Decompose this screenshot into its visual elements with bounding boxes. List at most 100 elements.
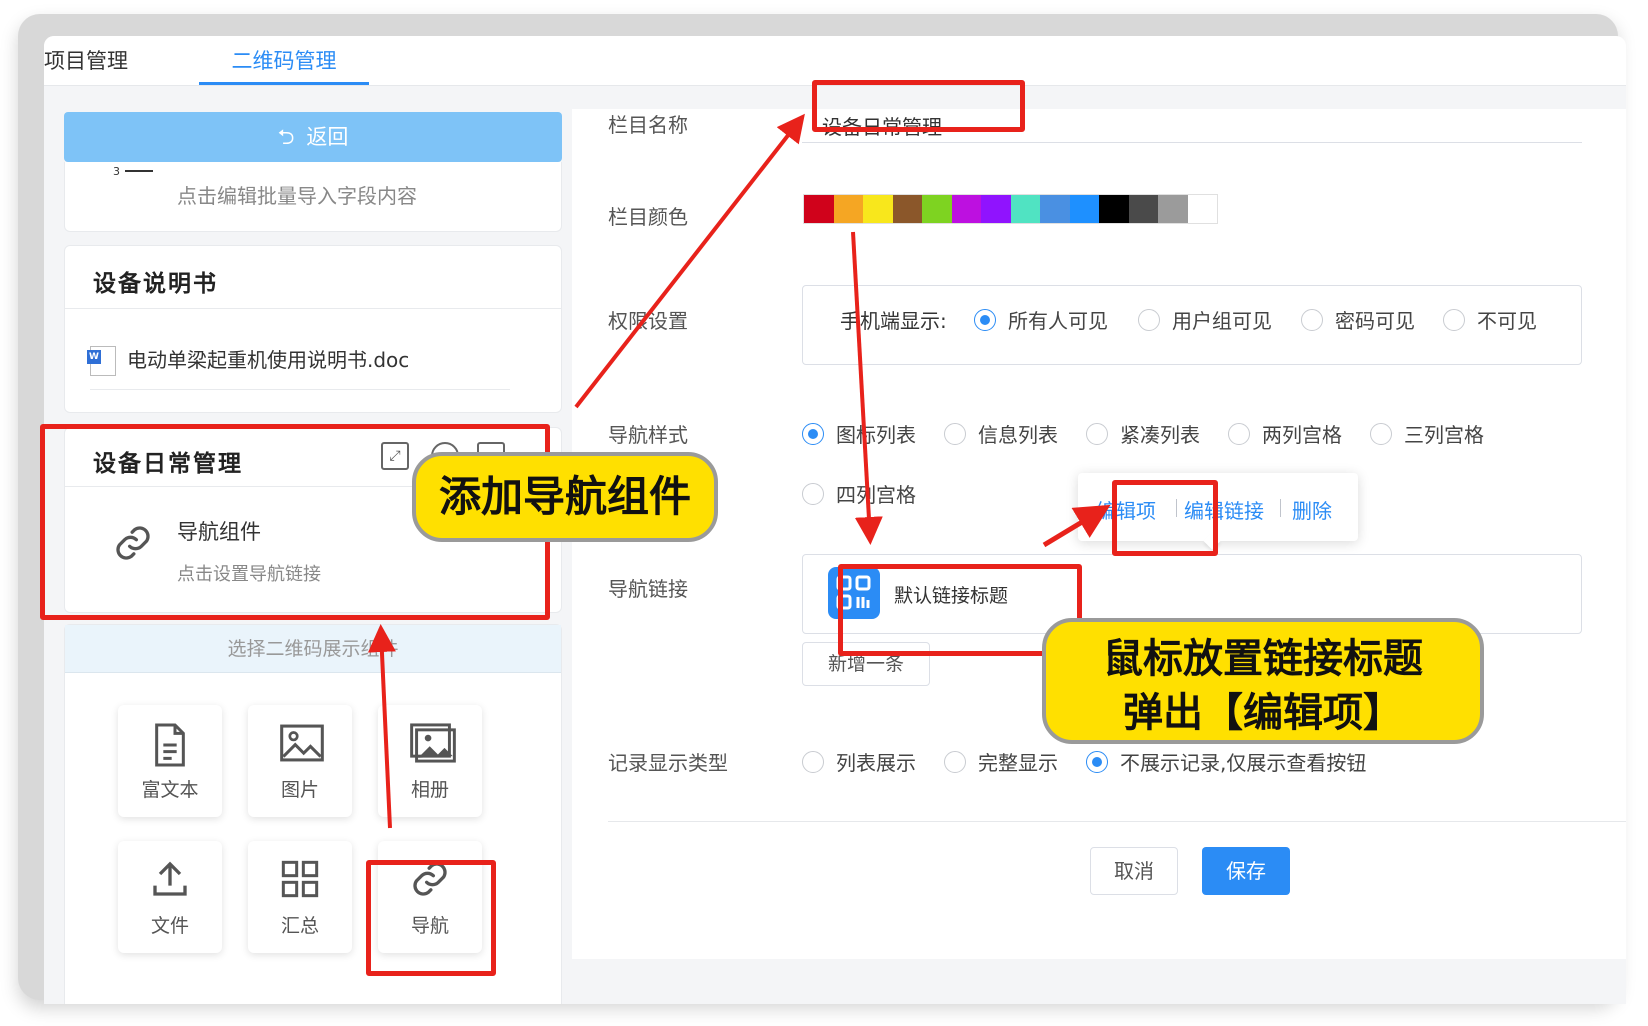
radio-perm-password[interactable]: 密码可见 <box>1301 305 1415 334</box>
radio-label: 密码可见 <box>1335 309 1415 333</box>
component-label: 富文本 <box>141 779 199 801</box>
manual-card-title: 设备说明书 <box>93 271 218 297</box>
batch-import-card[interactable]: 3 点击编辑批量导入字段内容 <box>64 162 562 232</box>
color-swatch[interactable] <box>951 195 981 223</box>
highlight-edit-item <box>1112 480 1218 556</box>
callout-add-nav: 添加导航组件 <box>412 452 718 542</box>
popover-divider <box>1280 499 1281 517</box>
color-swatch[interactable] <box>1158 195 1188 223</box>
component-album[interactable]: 相册 <box>378 705 482 817</box>
highlight-nav-component <box>366 860 496 976</box>
return-icon: ⮌ <box>277 125 295 149</box>
word-document-icon: W <box>87 346 116 376</box>
tab-project[interactable]: 项目管理 <box>44 36 136 86</box>
record-type-label: 记录显示类型 <box>608 751 728 775</box>
radio-label: 两列宫格 <box>1262 423 1342 447</box>
radio-label: 完整显示 <box>978 751 1058 775</box>
radio-perm-all[interactable]: 所有人可见 <box>974 305 1108 334</box>
radio-style-two-col[interactable]: 两列宫格 <box>1228 419 1342 448</box>
nav-link-label: 导航链接 <box>608 577 688 601</box>
radio-style-info-list[interactable]: 信息列表 <box>944 419 1058 448</box>
component-label: 文件 <box>150 915 189 937</box>
divider <box>90 389 510 390</box>
dash-mark <box>125 170 153 172</box>
manual-file-name[interactable]: 电动单梁起重机使用说明书.doc <box>127 344 409 373</box>
color-swatch[interactable] <box>1010 195 1040 223</box>
radio-dot <box>1301 308 1323 331</box>
radio-perm-hidden[interactable]: 不可见 <box>1443 305 1537 334</box>
radio-record-full[interactable]: 完整显示 <box>944 747 1058 776</box>
radio-dot <box>944 422 966 445</box>
color-swatch[interactable] <box>981 195 1011 223</box>
color-swatch[interactable] <box>804 195 834 223</box>
back-button[interactable]: ⮌ 返回 <box>64 112 562 162</box>
radio-style-four-col[interactable]: 四列宫格 <box>802 479 916 508</box>
radio-style-three-col[interactable]: 三列宫格 <box>1370 419 1484 448</box>
component-label: 图片 <box>280 779 319 801</box>
component-image[interactable]: 图片 <box>248 705 352 817</box>
radio-label: 用户组可见 <box>1172 309 1272 333</box>
upload-icon <box>153 861 187 896</box>
component-richtext[interactable]: 富文本 <box>118 705 222 817</box>
name-label: 栏目名称 <box>608 113 688 137</box>
radio-label: 所有人可见 <box>1008 309 1108 333</box>
manual-card[interactable]: 设备说明书 W 电动单梁起重机使用说明书.doc <box>64 245 562 413</box>
delete-link[interactable]: 删除 <box>1292 495 1332 524</box>
color-swatch[interactable] <box>833 195 863 223</box>
mobile-display-label: 手机端显示: <box>840 309 947 333</box>
nav-style-label: 导航样式 <box>608 423 688 447</box>
radio-label: 列表展示 <box>836 751 916 775</box>
radio-dot <box>802 482 824 505</box>
card-number: 3 <box>113 165 120 178</box>
tab-qrcode[interactable]: 二维码管理 <box>199 36 369 86</box>
callout-line-2: 弹出【编辑项】 <box>1123 690 1403 736</box>
radio-dot <box>974 308 996 331</box>
active-tab-indicator <box>199 82 369 85</box>
color-swatch[interactable] <box>863 195 893 223</box>
radio-dot <box>1370 422 1392 445</box>
image-icon <box>280 724 324 762</box>
radio-label: 不可见 <box>1477 309 1537 333</box>
radio-label: 图标列表 <box>836 423 916 447</box>
radio-label: 三列宫格 <box>1404 423 1484 447</box>
tab-bar: 项目管理 二维码管理 <box>44 36 1626 86</box>
back-label: 返回 <box>306 125 349 149</box>
radio-style-compact-list[interactable]: 紧凑列表 <box>1086 419 1200 448</box>
component-label: 相册 <box>410 779 449 801</box>
color-swatch[interactable] <box>1069 195 1099 223</box>
radio-record-list[interactable]: 列表展示 <box>802 747 916 776</box>
radio-dot <box>1138 308 1160 331</box>
color-swatch[interactable] <box>1040 195 1070 223</box>
callout-hover-hint: 鼠标放置链接标题 弹出【编辑项】 <box>1042 618 1484 744</box>
color-label: 栏目颜色 <box>608 205 688 229</box>
save-button[interactable]: 保存 <box>1202 847 1290 895</box>
grid-icon <box>281 860 319 898</box>
album-icon <box>410 723 456 763</box>
radio-record-button-only[interactable]: 不展示记录,仅展示查看按钮 <box>1086 747 1366 776</box>
component-summary[interactable]: 汇总 <box>248 841 352 953</box>
radio-style-icon-list[interactable]: 图标列表 <box>802 419 916 448</box>
document-icon <box>155 723 185 767</box>
component-label: 汇总 <box>280 915 319 937</box>
color-swatches <box>803 194 1218 224</box>
radio-dot <box>1086 750 1108 773</box>
radio-dot <box>1086 422 1108 445</box>
radio-perm-group[interactable]: 用户组可见 <box>1138 305 1272 334</box>
color-swatch[interactable] <box>1128 195 1158 223</box>
radio-label: 信息列表 <box>978 423 1058 447</box>
settings-form: 栏目名称 设备日常管理 栏目颜色 权限设置 手机端显示: 所有人可见 用户组可见… <box>572 109 1626 959</box>
color-swatch[interactable] <box>1187 195 1217 223</box>
radio-label: 紧凑列表 <box>1120 423 1200 447</box>
permission-label: 权限设置 <box>608 309 688 333</box>
radio-dot <box>802 750 824 773</box>
radio-dot <box>1228 422 1250 445</box>
cancel-button[interactable]: 取消 <box>1090 847 1178 895</box>
component-file[interactable]: 文件 <box>118 841 222 953</box>
highlight-name-field <box>812 80 1025 132</box>
divider <box>608 821 1626 822</box>
color-swatch[interactable] <box>892 195 922 223</box>
radio-dot <box>944 750 966 773</box>
color-swatch[interactable] <box>1099 195 1129 223</box>
radio-dot <box>802 422 824 445</box>
color-swatch[interactable] <box>922 195 952 223</box>
